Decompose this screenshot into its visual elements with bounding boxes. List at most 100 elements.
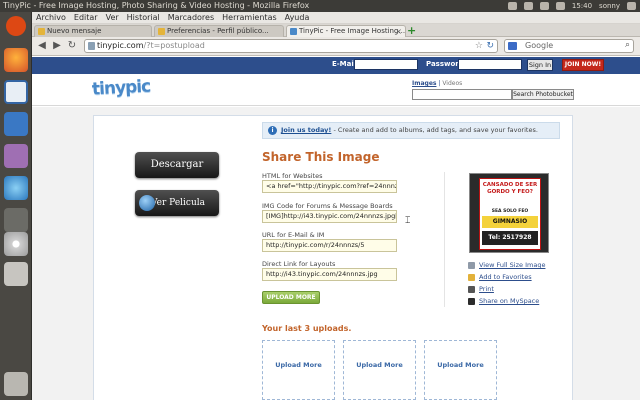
scanner-icon[interactable] bbox=[4, 262, 28, 286]
join-link[interactable]: Join us today! bbox=[281, 126, 331, 134]
sign-line-1: CANSADO DE SER GORDO Y FEO? bbox=[482, 182, 538, 195]
url-bar[interactable]: tinypic.com/?t=postupload ☆ ↻ bbox=[84, 39, 498, 53]
user-name[interactable]: sonny bbox=[599, 2, 620, 10]
window-title-text: TinyPic - Free Image Hosting, Photo Shar… bbox=[3, 1, 310, 10]
menu-ayuda[interactable]: Ayuda bbox=[285, 13, 310, 22]
tab-favicon-icon bbox=[38, 28, 45, 35]
myspace-icon bbox=[468, 298, 475, 305]
menu-ver[interactable]: Ver bbox=[106, 13, 119, 22]
trash-icon[interactable] bbox=[4, 372, 28, 396]
menu-herramientas[interactable]: Herramientas bbox=[222, 13, 277, 22]
new-tab-icon[interactable]: + bbox=[407, 25, 417, 36]
sign-line-2: SEA SOLO FEO bbox=[491, 209, 529, 214]
search-engine-box[interactable]: Google ⌕ bbox=[504, 39, 634, 53]
img-code-label: IMG Code for Forums & Message Boards bbox=[262, 202, 393, 210]
photobucket-search-input[interactable] bbox=[412, 89, 512, 100]
tinypic-login-bar: E-Mail: Password: Sign In JOIN NOW! bbox=[32, 57, 640, 74]
tab-preferencias[interactable]: Preferencias - Perfil público... bbox=[154, 25, 284, 37]
back-icon[interactable]: ◀ bbox=[36, 40, 48, 52]
search-photobucket-button[interactable]: Search Photobucket bbox=[512, 89, 574, 100]
menu-editar[interactable]: Editar bbox=[74, 13, 98, 22]
magnify-icon bbox=[468, 262, 475, 269]
reload-page-icon[interactable]: ↻ bbox=[486, 40, 494, 52]
google-icon[interactable] bbox=[508, 42, 517, 50]
upload-more-button[interactable]: UPLOAD MORE bbox=[262, 291, 320, 304]
action-label: Print bbox=[479, 285, 494, 293]
direct-link-field[interactable]: http://i43.tinypic.com/24nnnzs.jpg bbox=[262, 268, 397, 281]
tab-label: Preferencias - Perfil público... bbox=[167, 27, 269, 35]
password-field[interactable] bbox=[458, 59, 522, 70]
mouse-cursor-icon: ⌶ bbox=[405, 216, 411, 226]
share-myspace-link[interactable]: Share on MySpace bbox=[468, 297, 539, 305]
power-icon[interactable] bbox=[627, 2, 636, 10]
url-label: URL for E-Mail & IM bbox=[262, 231, 325, 239]
libreoffice-writer-icon[interactable] bbox=[4, 80, 28, 104]
sign-line-3: GIMNASIO bbox=[482, 216, 538, 228]
star-icon bbox=[468, 274, 475, 281]
join-now-button[interactable]: JOIN NOW! bbox=[562, 59, 604, 71]
tab-favicon-icon bbox=[290, 28, 297, 35]
upload-slot[interactable]: Upload More bbox=[343, 340, 416, 400]
network-icon[interactable] bbox=[539, 2, 549, 10]
img-code-field[interactable]: [IMG]http://i43.tinypic.com/24nnnzs.jpg[… bbox=[262, 210, 397, 223]
info-icon: i bbox=[268, 126, 277, 135]
sign-in-button[interactable]: Sign In bbox=[527, 59, 553, 71]
navigation-bar: ◀ ▶ ↻ tinypic.com/?t=postupload ☆ ↻ Goog… bbox=[32, 37, 640, 56]
tab-tinypic[interactable]: TinyPic - Free Image Hosting... × bbox=[286, 25, 406, 37]
menu-historial[interactable]: Historial bbox=[127, 13, 160, 22]
tab-label: Nuevo mensaje bbox=[47, 27, 102, 35]
thumbnail-sign: CANSADO DE SER GORDO Y FEO? SEA SOLO FEO… bbox=[479, 178, 541, 250]
volume-icon[interactable] bbox=[555, 2, 565, 10]
image-thumbnail[interactable]: CANSADO DE SER GORDO Y FEO? SEA SOLO FEO… bbox=[469, 173, 549, 253]
upload-slot[interactable]: Upload More bbox=[424, 340, 497, 400]
url-field[interactable]: http://tinypic.com/r/24nnnzs/5 bbox=[262, 239, 397, 252]
bookmark-star-icon[interactable]: ☆ bbox=[475, 40, 483, 52]
direct-link-label: Direct Link for Layouts bbox=[262, 260, 336, 268]
globe-icon bbox=[139, 195, 155, 211]
workspace-switcher-icon[interactable] bbox=[4, 208, 28, 232]
videos-tab[interactable]: Videos bbox=[442, 80, 462, 87]
html-code-field[interactable]: <a href="http://tinypic.com?ref=24nnnzs" bbox=[262, 180, 397, 193]
search-placeholder: Google bbox=[525, 41, 554, 50]
email-field[interactable] bbox=[354, 59, 418, 70]
join-notice: i Join us today! - Create and add to alb… bbox=[262, 122, 560, 139]
close-tab-icon[interactable]: × bbox=[395, 26, 402, 37]
descargar-button[interactable]: Descargar bbox=[135, 152, 219, 178]
ver-pelicula-button[interactable]: Ver Pelicula bbox=[135, 190, 219, 216]
unity-launcher bbox=[0, 12, 32, 400]
upload-slot[interactable]: Upload More bbox=[262, 340, 335, 400]
last-uploads-title: Your last 3 uploads. bbox=[262, 324, 352, 333]
ubuntu-logo-icon[interactable] bbox=[6, 16, 26, 36]
tinypic-logo[interactable]: tinypic bbox=[92, 76, 151, 99]
chromium-icon[interactable] bbox=[4, 176, 28, 200]
mail-icon[interactable] bbox=[523, 2, 533, 10]
forward-icon[interactable]: ▶ bbox=[51, 40, 63, 52]
clock[interactable]: 15:40 bbox=[572, 2, 592, 10]
tab-nuevo-mensaje[interactable]: Nuevo mensaje bbox=[34, 25, 152, 37]
tinypic-header: tinypic Images | Videos Search Photobuck… bbox=[32, 74, 640, 106]
system-tray: 15:40 sonny bbox=[507, 0, 640, 12]
firefox-icon[interactable] bbox=[4, 48, 28, 72]
images-tab[interactable]: Images bbox=[412, 80, 436, 87]
url-path: /?t=postupload bbox=[143, 41, 205, 50]
disc-icon[interactable] bbox=[4, 232, 28, 256]
tab-label: TinyPic - Free Image Hosting... bbox=[299, 27, 406, 35]
add-to-favorites-link[interactable]: Add to Favorites bbox=[468, 273, 532, 281]
search-icon[interactable]: ⌕ bbox=[625, 39, 630, 51]
vertical-divider bbox=[444, 172, 445, 307]
tab-favicon-icon bbox=[158, 28, 165, 35]
view-full-size-link[interactable]: View Full Size Image bbox=[468, 261, 545, 269]
page-title: Share This Image bbox=[262, 150, 380, 164]
search-type-tabs: Images | Videos bbox=[412, 80, 462, 87]
calc-icon[interactable] bbox=[4, 112, 28, 136]
reload-icon[interactable]: ↻ bbox=[66, 40, 78, 52]
keyboard-icon[interactable] bbox=[507, 2, 517, 10]
menu-marcadores[interactable]: Marcadores bbox=[168, 13, 214, 22]
url-domain: tinypic.com bbox=[97, 41, 144, 50]
action-label: Share on MySpace bbox=[479, 297, 540, 305]
menu-archivo[interactable]: Archivo bbox=[36, 13, 66, 22]
pidgin-icon[interactable] bbox=[4, 144, 28, 168]
menu-bar: Archivo Editar Ver Historial Marcadores … bbox=[32, 12, 640, 24]
print-link[interactable]: Print bbox=[468, 285, 494, 293]
notice-text: - Create and add to albums, add tags, an… bbox=[331, 126, 538, 134]
